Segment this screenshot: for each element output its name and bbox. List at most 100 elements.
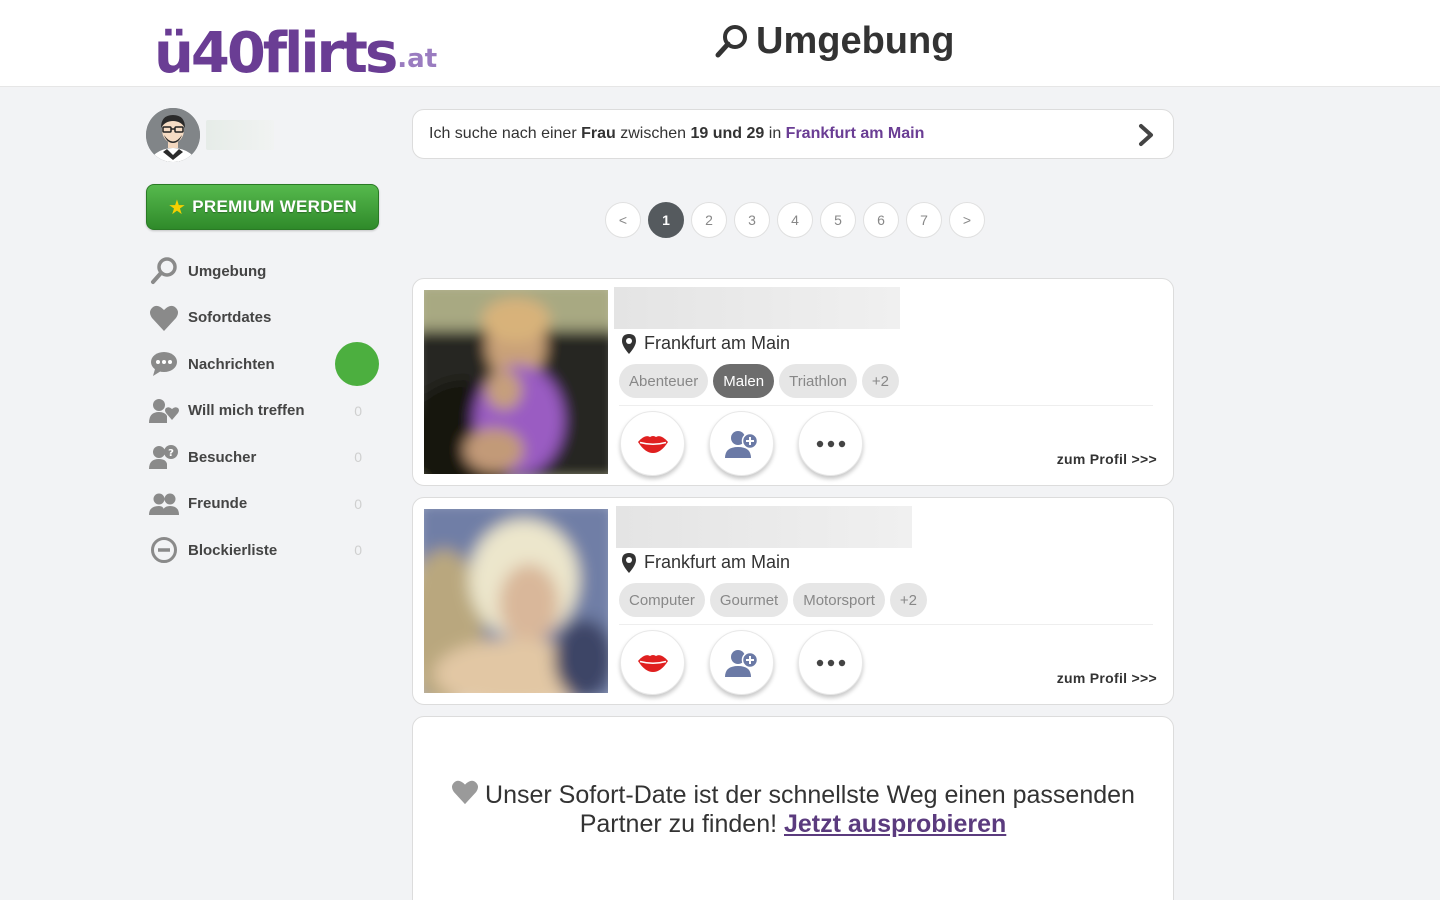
pagination-page-6[interactable]: 6 <box>863 202 899 238</box>
location-pin-icon <box>622 333 636 354</box>
sidebar-item-blockierliste[interactable]: Blockierliste 0 <box>146 527 382 574</box>
chevron-right-icon[interactable] <box>1137 123 1155 147</box>
more-options-button[interactable] <box>798 630 863 695</box>
logo-tld: .at <box>397 44 438 74</box>
sidebar-item-umgebung[interactable]: Umgebung <box>146 248 382 295</box>
profile-location-text: Frankfurt am Main <box>644 552 791 572</box>
interest-tag: Motorsport <box>793 583 885 617</box>
sidebar-item-label: Blockierliste <box>188 541 278 559</box>
pagination-page-7[interactable]: 7 <box>906 202 942 238</box>
profile-photo[interactable] <box>424 509 608 693</box>
pagination-page-1[interactable]: 1 <box>648 202 684 238</box>
page-title: Umgebung <box>714 22 954 60</box>
premium-button-label: PREMIUM WERDEN <box>192 197 357 216</box>
profile-link[interactable]: zum Profil >>> <box>1057 670 1157 686</box>
star-icon: ★ <box>168 196 187 219</box>
pagination-page-5[interactable]: 5 <box>820 202 856 238</box>
sidebar-item-besucher[interactable]: ? Besucher 0 <box>146 434 382 481</box>
add-user-icon <box>724 649 758 677</box>
promo-text: Unser Sofort-Date ist der schnellste Weg… <box>433 779 1153 839</box>
sidebar-item-nachrichten[interactable]: Nachrichten <box>146 341 382 388</box>
profile-photo[interactable] <box>424 290 608 474</box>
add-friend-button[interactable] <box>709 630 774 695</box>
heart-icon <box>452 780 479 805</box>
interest-tag: Malen <box>713 364 775 398</box>
interest-tag: Abenteuer <box>619 364 709 398</box>
sidebar-item-count: 0 <box>354 449 362 466</box>
profile-card: Frankfurt am Main Computer Gourmet Motor… <box>412 497 1174 705</box>
profile-location: Frankfurt am Main <box>622 552 790 573</box>
sidebar-item-label: Freunde <box>188 495 248 513</box>
sofort-date-promo: Unser Sofort-Date ist der schnellste Weg… <box>412 716 1174 900</box>
profile-card: Frankfurt am Main Abenteuer Malen Triath… <box>412 278 1174 486</box>
heart-icon <box>146 303 182 333</box>
add-friend-button[interactable] <box>709 411 774 476</box>
sidebar-item-label: Besucher <box>188 448 257 466</box>
add-user-icon <box>724 430 758 458</box>
online-indicator <box>335 342 379 387</box>
pagination-prev[interactable]: < <box>605 202 641 238</box>
search-criteria-bar[interactable]: Ich suche nach einer Frau zwischen 19 un… <box>412 109 1174 159</box>
avatar[interactable] <box>146 108 200 162</box>
username-blurred <box>206 120 274 150</box>
promo-link[interactable]: Jetzt ausprobieren <box>784 810 1006 838</box>
search-age-range: 19 und 29 <box>690 125 765 142</box>
logo-text: ü40flirts <box>154 21 398 86</box>
profile-location-text: Frankfurt am Main <box>644 333 791 353</box>
location-pin-icon <box>622 552 636 573</box>
kiss-lips-icon <box>637 654 668 672</box>
interest-tags: Computer Gourmet Motorsport +2 <box>619 583 928 617</box>
profile-name-blurred[interactable] <box>614 287 900 329</box>
user-question-icon: ? <box>146 442 182 472</box>
sidebar-item-count: 0 <box>354 402 362 419</box>
more-dots-icon <box>816 659 845 666</box>
current-user[interactable] <box>146 108 274 162</box>
interest-tag: Computer <box>619 583 705 617</box>
header: ü40flirts .at Umgebung <box>0 0 1440 87</box>
pagination-page-3[interactable]: 3 <box>734 202 770 238</box>
sidebar-item-will-mich-treffen[interactable]: Will mich treffen 0 <box>146 388 382 435</box>
profile-name-blurred[interactable] <box>616 506 912 548</box>
kiss-button[interactable] <box>620 630 685 695</box>
search-in: in <box>768 125 782 142</box>
search-prefix: Ich suche nach einer <box>429 125 577 142</box>
user-heart-icon <box>146 396 182 426</box>
sidebar-item-freunde[interactable]: Freunde 0 <box>146 481 382 528</box>
premium-button[interactable]: ★ PREMIUM WERDEN <box>146 184 379 230</box>
search-between: zwischen <box>620 125 687 142</box>
search-gender: Frau <box>581 125 616 142</box>
sidebar-item-count: 0 <box>354 542 362 559</box>
interest-tag: Gourmet <box>709 583 789 617</box>
sidebar-item-count: 0 <box>354 495 362 512</box>
pagination: < 1 2 3 4 5 6 7 > <box>605 202 985 238</box>
sidebar-item-sofortdates[interactable]: Sofortdates <box>146 295 382 342</box>
svg-text:?: ? <box>168 448 174 459</box>
sidebar-item-label: Nachrichten <box>188 355 275 373</box>
sidebar-item-label: Umgebung <box>188 262 267 280</box>
search-icon <box>715 25 747 58</box>
pagination-page-2[interactable]: 2 <box>691 202 727 238</box>
page-title-text: Umgebung <box>756 20 955 62</box>
more-options-button[interactable] <box>798 411 863 476</box>
profile-actions <box>620 411 863 476</box>
search-icon <box>146 256 182 286</box>
interest-tag-more[interactable]: +2 <box>889 583 928 617</box>
interest-tags: Abenteuer Malen Triathlon +2 <box>619 364 900 398</box>
site-logo[interactable]: ü40flirts .at <box>154 6 437 82</box>
sidebar-item-label: Will mich treffen <box>188 402 305 420</box>
sidebar-item-label: Sofortdates <box>188 309 272 327</box>
profile-location: Frankfurt am Main <box>622 333 790 354</box>
pagination-next[interactable]: > <box>949 202 985 238</box>
kiss-button[interactable] <box>620 411 685 476</box>
profile-actions <box>620 630 863 695</box>
profile-link[interactable]: zum Profil >>> <box>1057 451 1157 467</box>
divider <box>619 624 1153 625</box>
users-icon <box>146 489 182 519</box>
block-icon <box>146 535 182 565</box>
chat-icon <box>146 349 182 379</box>
divider <box>619 405 1153 406</box>
search-city: Frankfurt am Main <box>785 125 925 142</box>
more-dots-icon <box>816 440 845 447</box>
pagination-page-4[interactable]: 4 <box>777 202 813 238</box>
interest-tag-more[interactable]: +2 <box>861 364 900 398</box>
